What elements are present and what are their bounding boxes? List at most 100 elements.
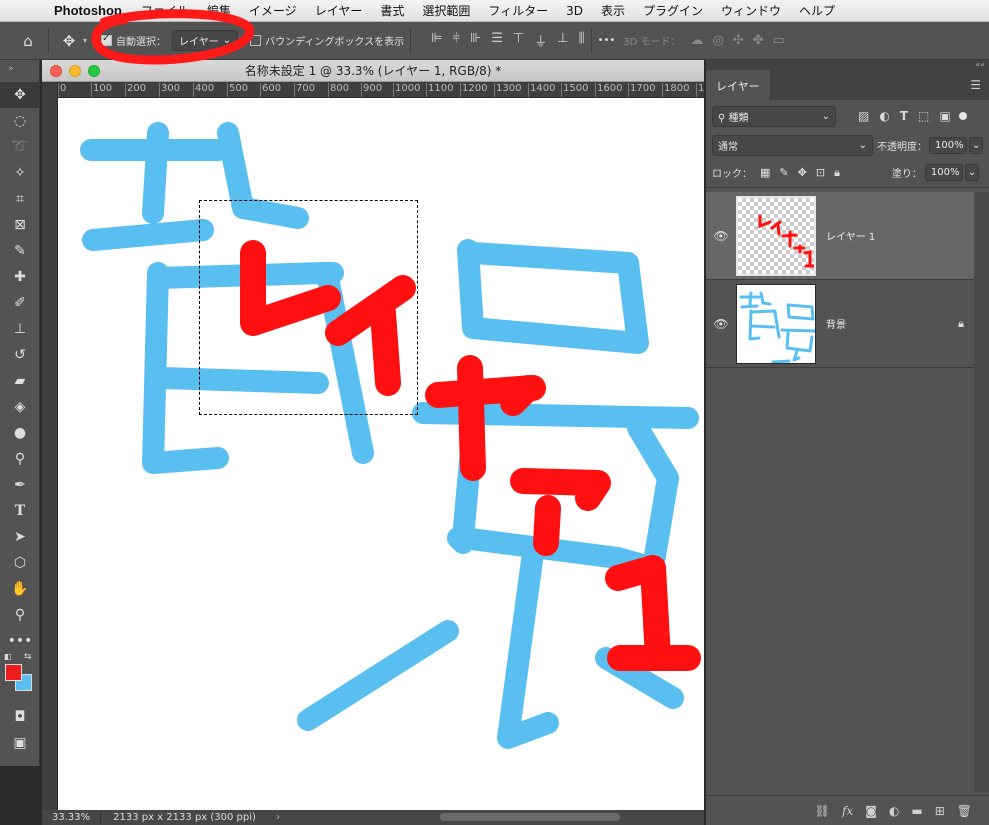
blend-mode-select[interactable]: 通常 ⌄ [712,134,873,156]
minimize-window-icon[interactable] [69,65,81,77]
menu-layer[interactable]: レイヤー [306,2,372,19]
fill-field[interactable]: 100% [924,164,963,181]
marquee-tool[interactable]: ◌ [0,108,40,134]
document-title-bar[interactable]: 名称未設定 1 @ 33.3% (レイヤー 1, RGB/8) * [42,60,704,82]
menu-image[interactable]: イメージ [240,2,306,19]
opacity-dropdown[interactable]: ⌄ [969,136,983,154]
paint-bucket-tool[interactable]: ◈ [0,394,40,420]
foreground-color-swatch[interactable] [5,664,22,681]
video-camera-icon[interactable]: ▭ [773,33,785,48]
lock-transparency-icon[interactable]: ▦ [760,166,770,180]
ruler-origin[interactable] [42,82,58,98]
layer-effects-icon[interactable]: fx [842,804,853,818]
document-canvas[interactable] [58,98,704,810]
type-tool[interactable]: T [0,498,40,524]
roll-3d-icon[interactable]: ◎ [713,33,724,48]
lock-all-icon[interactable]: 🔒︎ [834,166,840,180]
align-top-icon[interactable]: ⊤ [513,31,524,50]
tab-layers[interactable]: レイヤー [706,70,770,100]
move-tool-icon[interactable]: ✥ [55,32,83,50]
crop-tool[interactable]: ⌗ [0,186,40,212]
auto-select-checkbox[interactable] [101,33,113,46]
eyedropper-tool[interactable]: ✎ [0,238,40,264]
shape-tool[interactable]: ⬡ [0,550,40,576]
menu-file[interactable]: ファイル [132,2,198,19]
eraser-tool[interactable]: ▰ [0,368,40,394]
menu-view[interactable]: 表示 [592,2,634,19]
path-select-tool[interactable]: ➤ [0,524,40,550]
menu-edit[interactable]: 編集 [198,2,240,19]
panel-collapse-icon[interactable]: «« [706,60,989,70]
panel-collapse-icon[interactable]: » [0,60,39,82]
frame-tool[interactable]: ⊠ [0,212,40,238]
lock-position-icon[interactable]: ✥ [798,166,807,180]
dodge-tool[interactable]: ⚲ [0,446,40,472]
align-right-icon[interactable]: ⊪ [470,31,481,50]
close-window-icon[interactable] [50,65,62,77]
default-colors-icon[interactable]: ◧ [4,652,12,661]
add-mask-icon[interactable]: ◙ [865,804,877,818]
adjustment-layer-icon[interactable]: ◐ [889,804,899,818]
distribute-h-icon[interactable]: ☰ [491,31,503,50]
brush-tool[interactable]: ✐ [0,290,40,316]
magic-wand-tool[interactable]: ✧ [0,160,40,186]
horizontal-scrollbar[interactable] [440,813,620,821]
panel-scrollbar[interactable] [974,192,989,792]
layer-thumbnail[interactable] [736,195,816,276]
distribute-v-icon[interactable]: ⫼ [579,31,585,50]
slide-3d-icon[interactable]: ✤ [753,33,764,48]
drag-3d-icon[interactable]: ✣ [733,33,744,48]
zoom-level[interactable]: 33.33% [42,812,102,823]
type-filter-icon[interactable]: T [900,109,908,123]
menu-type[interactable]: 書式 [371,2,413,19]
quick-mask-button[interactable]: ◘ [0,704,40,730]
lock-artboard-icon[interactable]: ⊡ [816,166,825,180]
new-group-icon[interactable]: ▬ [911,804,922,818]
adjustment-filter-icon[interactable]: ◐ [879,109,889,123]
auto-select-target-dropdown[interactable]: レイヤー ⌄ [172,30,239,51]
layer-name[interactable]: レイヤー 1 [826,228,875,243]
menu-help[interactable]: ヘルプ [790,2,844,19]
chevron-down-icon[interactable]: ▾ [83,36,87,45]
eye-icon[interactable]: 👁︎ [706,229,736,243]
vertical-ruler[interactable] [42,98,58,810]
link-layers-icon[interactable]: ⛓ [815,804,830,818]
layer-row-layer-1[interactable]: 👁︎ レイヤー 1 [706,192,974,280]
opacity-field[interactable]: 100% [929,136,967,154]
pixel-filter-icon[interactable]: ▨ [858,109,869,123]
trash-icon[interactable]: 🗑︎ [957,804,972,818]
bounding-box-option[interactable]: バウンディングボックスを表示 [250,33,404,48]
move-tool[interactable]: ✥ [0,82,40,108]
lasso-tool[interactable]: ➰ [0,134,40,160]
lock-icon[interactable]: 🔒︎ [958,317,964,331]
fill-dropdown[interactable]: ⌄ [964,164,979,181]
more-options-button[interactable]: ••• [598,35,616,46]
home-icon[interactable]: ⌂ [14,32,42,50]
selection-marquee[interactable] [199,200,418,415]
healing-tool[interactable]: ✚ [0,264,40,290]
status-menu-arrow[interactable]: › [268,812,288,823]
menu-window[interactable]: ウィンドウ [712,2,790,19]
shape-filter-icon[interactable]: ⬚ [918,109,929,123]
align-vcenter-icon[interactable]: ⏚ [534,31,547,50]
align-left-icon[interactable]: ⊫ [431,31,442,50]
align-bottom-icon[interactable]: ⊥ [557,31,568,50]
auto-select-option[interactable]: 自動選択： [101,33,166,48]
lock-pixels-icon[interactable]: ✎ [779,166,788,180]
new-layer-icon[interactable]: ⊞ [935,804,945,818]
zoom-window-icon[interactable] [88,65,100,77]
filter-toggle[interactable] [958,112,967,120]
filter-kind-select[interactable]: ⚲ 種類 ⌄ [712,105,836,127]
panel-menu-icon[interactable]: ☰ [970,78,981,92]
layer-thumbnail[interactable] [736,283,816,364]
hand-tool[interactable]: ✋ [0,576,40,602]
menu-select[interactable]: 選択範囲 [413,2,479,19]
layer-row-background[interactable]: 👁︎ 背景 🔒︎ [706,280,974,368]
orbit-3d-icon[interactable]: ☁ [691,33,704,48]
history-brush-tool[interactable]: ↺ [0,342,40,368]
menu-plugins[interactable]: プラグイン [634,2,712,19]
bounding-box-checkbox[interactable] [250,35,262,46]
blur-tool[interactable]: ● [0,420,40,446]
eye-icon[interactable]: 👁︎ [706,317,736,331]
zoom-tool[interactable]: ⚲ [0,602,40,628]
